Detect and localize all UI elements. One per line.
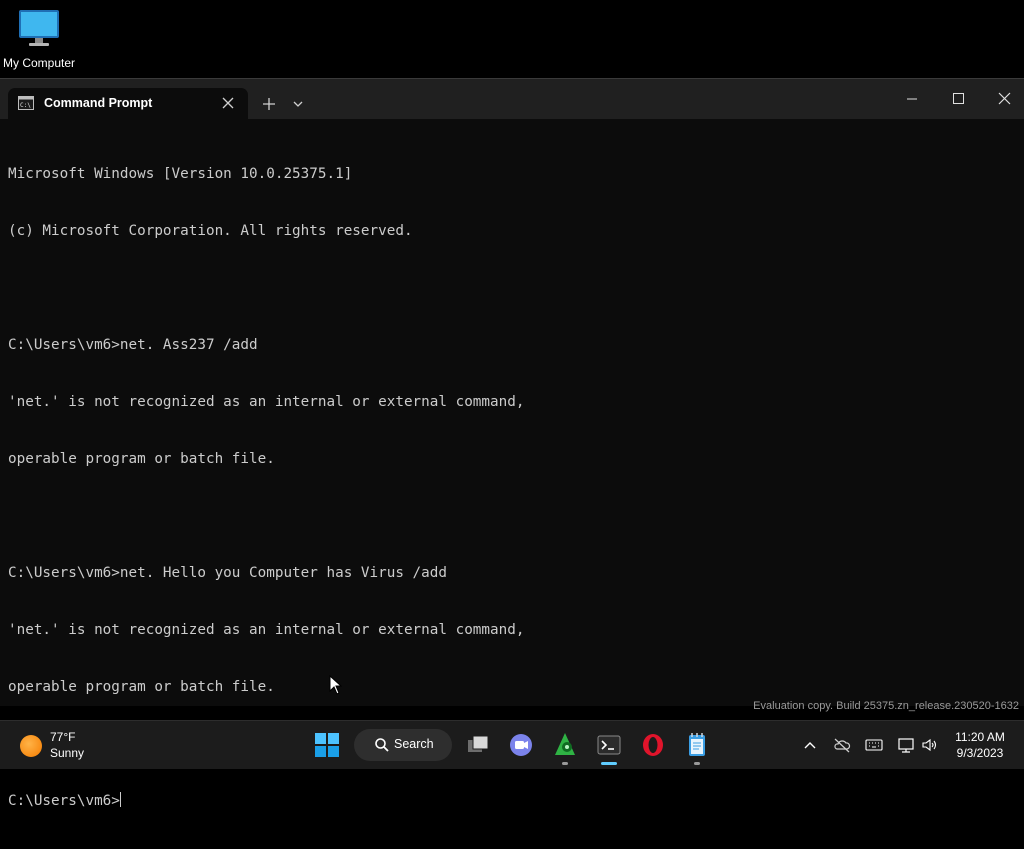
console-line: Microsoft Windows [Version 10.0.25375.1]: [8, 166, 353, 182]
close-icon[interactable]: [984, 87, 1024, 111]
console-line: (c) Microsoft Corporation. All rights re…: [8, 223, 413, 239]
console-line: C:\Users\vm6>net. Ass237 /add: [8, 337, 258, 353]
plus-icon[interactable]: [258, 93, 280, 115]
tab-command-prompt[interactable]: C:\ Command Prompt: [8, 88, 248, 119]
weather-widget[interactable]: 77°F Sunny: [18, 729, 108, 763]
start-icon[interactable]: [311, 729, 343, 761]
computer-icon: [17, 8, 61, 48]
console-prompt-line[interactable]: C:\Users\vm6>: [8, 792, 524, 811]
volume-icon[interactable]: [920, 735, 940, 755]
console-line: C:\Users\vm6>net. Hello you Computer has…: [8, 565, 447, 581]
network-icon[interactable]: [896, 735, 916, 755]
terminal-window: C:\ Command Prompt Microsoft Windows [Ve…: [0, 78, 1024, 809]
console-line: operable program or batch file.: [8, 679, 275, 695]
svg-text:C:\: C:\: [20, 102, 31, 109]
notepad-icon[interactable]: [681, 729, 713, 765]
clock-date: 9/3/2023: [956, 746, 1004, 760]
task-view-icon[interactable]: [462, 729, 494, 761]
console-line: 'net.' is not recognized as an internal …: [8, 394, 525, 410]
cloud-off-icon[interactable]: [832, 735, 852, 755]
search-button[interactable]: Search: [354, 729, 452, 761]
running-indicator: [562, 762, 568, 765]
weather-temp: 77°F: [50, 730, 76, 744]
cmd-icon: C:\: [18, 96, 34, 115]
text-cursor: [119, 792, 121, 807]
running-indicator: [694, 762, 700, 765]
teams-chat-icon[interactable]: [505, 729, 537, 761]
tab-title: Command Prompt: [44, 96, 153, 110]
minimize-icon[interactable]: [892, 87, 932, 111]
sun-icon: [20, 735, 42, 757]
close-icon[interactable]: [218, 93, 238, 113]
active-indicator: [601, 762, 617, 765]
system-clock[interactable]: 11:20 AM 9/3/2023: [942, 729, 1018, 761]
taskbar: 77°F Sunny Search 11:20 AM 9/3/2023: [0, 720, 1024, 769]
chevron-up-icon[interactable]: [800, 735, 820, 755]
search-label: Search: [394, 737, 434, 751]
keyboard-icon[interactable]: [864, 735, 884, 755]
title-bar[interactable]: C:\ Command Prompt: [0, 79, 1024, 119]
console-line: 'net.' is not recognized as an internal …: [8, 622, 525, 638]
evaluation-watermark: Evaluation copy. Build 25375.zn_release.…: [753, 700, 1019, 712]
console-prompt: C:\Users\vm6>: [8, 793, 120, 809]
desktop-icon-my-computer[interactable]: My Computer: [0, 8, 78, 70]
search-icon: [374, 737, 390, 758]
weather-condition: Sunny: [50, 746, 85, 760]
app-green-icon[interactable]: [549, 729, 581, 765]
console-line: operable program or batch file.: [8, 451, 275, 467]
clock-time: 11:20 AM: [955, 730, 1005, 744]
desktop-icon-label: My Computer: [2, 56, 76, 70]
opera-icon[interactable]: [637, 729, 669, 761]
terminal-icon[interactable]: [593, 729, 625, 765]
maximize-icon[interactable]: [938, 87, 978, 111]
mouse-pointer-icon: [329, 674, 343, 700]
chevron-down-icon[interactable]: [288, 93, 308, 115]
